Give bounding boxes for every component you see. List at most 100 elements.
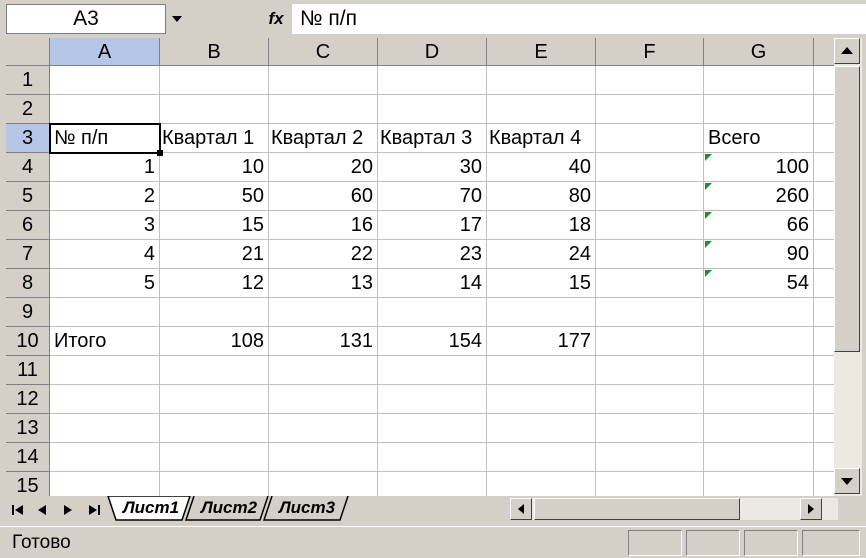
grid-cell[interactable] xyxy=(160,66,269,95)
column-header-b[interactable]: B xyxy=(160,38,269,66)
cell-e3[interactable]: Квартал 4 xyxy=(487,124,596,153)
grid-cell[interactable] xyxy=(596,385,704,414)
row-header-1[interactable]: 1 xyxy=(6,66,50,95)
grid-cell[interactable] xyxy=(596,240,704,269)
sheet-tab-3[interactable]: Лист3 xyxy=(274,496,340,520)
cell-e4[interactable]: 40 xyxy=(487,153,596,182)
scroll-down-button[interactable] xyxy=(834,468,860,494)
scroll-right-button[interactable] xyxy=(800,498,822,520)
grid-cell[interactable] xyxy=(704,443,814,472)
grid-cell[interactable] xyxy=(378,66,487,95)
grid-cell[interactable] xyxy=(596,182,704,211)
grid-cell[interactable] xyxy=(814,211,834,240)
cell-g6[interactable]: 66 xyxy=(704,211,814,240)
cell-e6[interactable]: 18 xyxy=(487,211,596,240)
grid-cell[interactable] xyxy=(596,124,704,153)
last-sheet-icon[interactable] xyxy=(84,500,104,520)
grid-cell[interactable] xyxy=(487,385,596,414)
grid-cell[interactable] xyxy=(269,385,378,414)
grid-cell[interactable] xyxy=(704,472,814,496)
grid-cell[interactable] xyxy=(50,443,160,472)
row-header-3[interactable]: 3 xyxy=(6,124,50,153)
cell-a6[interactable]: 3 xyxy=(50,211,160,240)
cell-b6[interactable]: 15 xyxy=(160,211,269,240)
grid-cell[interactable] xyxy=(487,298,596,327)
row-header-15[interactable]: 15 xyxy=(6,472,50,496)
cell-d6[interactable]: 17 xyxy=(378,211,487,240)
column-header-d[interactable]: D xyxy=(378,38,487,66)
row-header-13[interactable]: 13 xyxy=(6,414,50,443)
cell-a3[interactable]: № п/п xyxy=(50,124,160,153)
cell-g7[interactable]: 90 xyxy=(704,240,814,269)
cell-g5[interactable]: 260 xyxy=(704,182,814,211)
grid-cell[interactable] xyxy=(269,472,378,496)
horizontal-scrollbar[interactable] xyxy=(510,498,838,520)
scroll-up-button[interactable] xyxy=(834,38,860,64)
row-header-10[interactable]: 10 xyxy=(6,327,50,356)
grid-cell[interactable] xyxy=(596,356,704,385)
cell-c8[interactable]: 13 xyxy=(269,269,378,298)
cell-a8[interactable]: 5 xyxy=(50,269,160,298)
grid-cell[interactable] xyxy=(269,443,378,472)
grid-cell[interactable] xyxy=(814,95,834,124)
grid-cell[interactable] xyxy=(814,356,834,385)
column-header-e[interactable]: E xyxy=(487,38,596,66)
cell-b3[interactable]: Квартал 1 xyxy=(160,124,269,153)
prev-sheet-icon[interactable] xyxy=(32,500,52,520)
formula-input[interactable]: № п/п xyxy=(292,4,866,34)
grid-cell[interactable] xyxy=(378,298,487,327)
cell-e7[interactable]: 24 xyxy=(487,240,596,269)
grid-cell[interactable] xyxy=(269,356,378,385)
name-box-dropdown-icon[interactable] xyxy=(168,10,186,28)
cell-g8[interactable]: 54 xyxy=(704,269,814,298)
cell-d8[interactable]: 14 xyxy=(378,269,487,298)
first-sheet-icon[interactable] xyxy=(8,500,28,520)
name-box[interactable]: A3 xyxy=(6,4,166,34)
grid-cell[interactable] xyxy=(378,443,487,472)
grid-cell[interactable] xyxy=(160,95,269,124)
grid-cell[interactable] xyxy=(596,269,704,298)
grid-cell[interactable] xyxy=(487,414,596,443)
cell-c4[interactable]: 20 xyxy=(269,153,378,182)
vertical-scrollbar[interactable] xyxy=(834,38,862,496)
grid-cell[interactable] xyxy=(50,95,160,124)
grid-cell[interactable] xyxy=(160,356,269,385)
column-header-h-partial[interactable] xyxy=(814,38,834,66)
next-sheet-icon[interactable] xyxy=(58,500,78,520)
row-header-4[interactable]: 4 xyxy=(6,153,50,182)
grid-cell[interactable] xyxy=(814,443,834,472)
column-header-g[interactable]: G xyxy=(704,38,814,66)
grid-cell[interactable] xyxy=(814,385,834,414)
cell-g3[interactable]: Всего xyxy=(704,124,814,153)
cell-c3[interactable]: Квартал 2 xyxy=(269,124,378,153)
cell-d10[interactable]: 154 xyxy=(378,327,487,356)
cell-b7[interactable]: 21 xyxy=(160,240,269,269)
grid-cell[interactable] xyxy=(596,66,704,95)
grid-cell[interactable] xyxy=(814,472,834,496)
grid-cell[interactable] xyxy=(269,66,378,95)
fill-handle[interactable] xyxy=(157,150,163,156)
grid-cell[interactable] xyxy=(487,356,596,385)
grid-cell[interactable] xyxy=(50,298,160,327)
grid-cell[interactable] xyxy=(487,95,596,124)
row-header-9[interactable]: 9 xyxy=(6,298,50,327)
grid-cell[interactable] xyxy=(50,356,160,385)
grid-cell[interactable] xyxy=(50,66,160,95)
insert-function-button[interactable]: fx xyxy=(262,6,290,32)
row-header-5[interactable]: 5 xyxy=(6,182,50,211)
grid-cell[interactable] xyxy=(160,298,269,327)
grid-cell[interactable] xyxy=(160,414,269,443)
row-header-12[interactable]: 12 xyxy=(6,385,50,414)
grid-cell[interactable] xyxy=(269,414,378,443)
grid-cell[interactable] xyxy=(378,95,487,124)
grid-cell[interactable] xyxy=(814,327,834,356)
row-header-11[interactable]: 11 xyxy=(6,356,50,385)
row-header-6[interactable]: 6 xyxy=(6,211,50,240)
grid-cell[interactable] xyxy=(50,385,160,414)
cell-e10[interactable]: 177 xyxy=(487,327,596,356)
grid-cell[interactable] xyxy=(596,211,704,240)
grid-cell[interactable] xyxy=(814,124,834,153)
grid-cell[interactable] xyxy=(704,327,814,356)
grid-cell[interactable] xyxy=(160,472,269,496)
cell-a5[interactable]: 2 xyxy=(50,182,160,211)
